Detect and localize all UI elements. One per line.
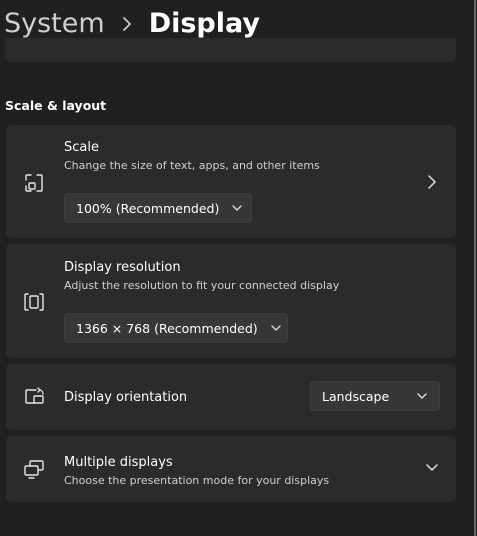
resolution-description: Adjust the resolution to fit your connec… [64,279,340,292]
section-title: Scale & layout [5,98,107,113]
previous-card[interactable] [5,38,456,62]
scale-card[interactable]: Scale Change the size of text, apps, and… [6,125,456,238]
scale-title: Scale [64,140,99,155]
chevron-down-icon [271,324,281,332]
scale-description: Change the size of text, apps, and other… [64,159,320,172]
page-title: Display [148,7,260,39]
orientation-dropdown[interactable]: Landscape [310,381,440,411]
resolution-dropdown-value: 1366 × 768 (Recommended) [76,320,258,336]
scrollbar[interactable] [474,0,476,536]
chevron-right-icon [105,15,149,31]
multiple-displays-icon [23,458,45,480]
orientation-title: Display orientation [64,390,188,405]
orientation-card: Display orientation Landscape [6,364,456,430]
resolution-icon [23,291,45,313]
resolution-dropdown[interactable]: 1366 × 768 (Recommended) [64,313,288,343]
orientation-dropdown-value: Landscape [322,388,390,404]
chevron-right-icon[interactable] [426,175,438,189]
settings-page: System Display Scale & layout Scale Chan… [0,0,477,536]
multiple-displays-title: Multiple displays [64,455,173,470]
orientation-icon [23,386,45,408]
resolution-card: Display resolution Adjust the resolution… [6,244,456,358]
scale-dropdown[interactable]: 100% (Recommended) [64,193,252,223]
multiple-displays-card[interactable]: Multiple displays Choose the presentatio… [6,436,456,502]
scale-icon [23,172,45,194]
chevron-down-icon[interactable] [426,463,438,473]
chevron-down-icon [232,204,242,212]
chevron-down-icon [417,392,427,400]
scale-dropdown-value: 100% (Recommended) [76,200,220,216]
resolution-title: Display resolution [64,260,181,275]
multiple-displays-description: Choose the presentation mode for your di… [64,474,330,487]
breadcrumb-system[interactable]: System [4,10,105,37]
